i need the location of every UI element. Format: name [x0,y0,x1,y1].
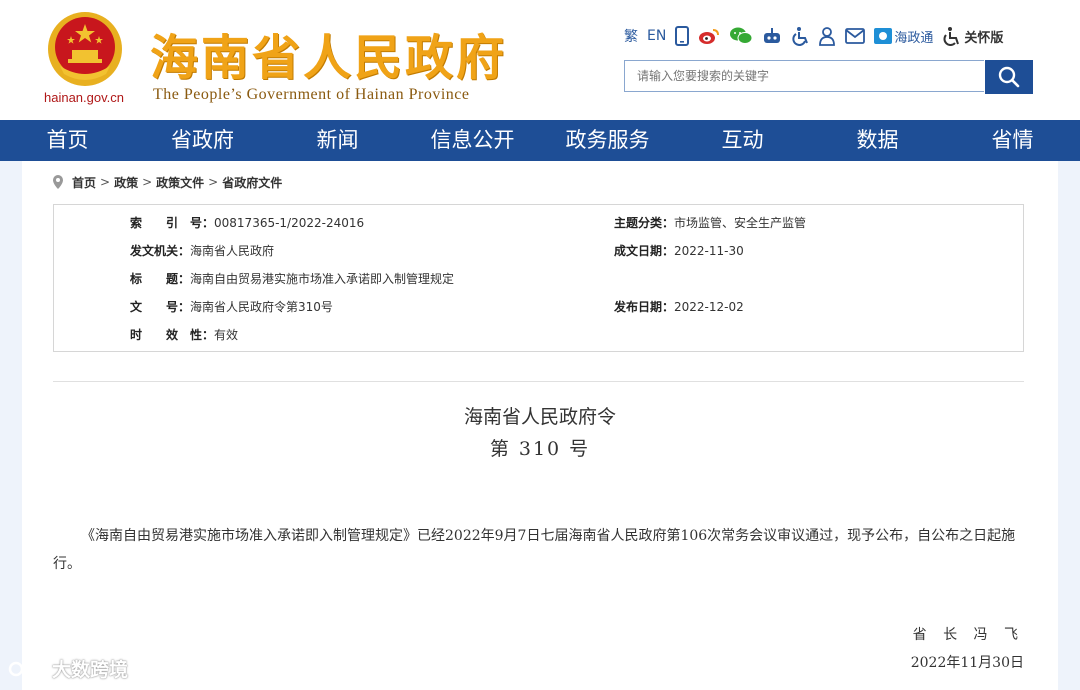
meta-published-value: 2022-12-02 [674,300,744,314]
hainan-app-label: 海政通 [894,30,934,46]
search-icon [998,66,1020,88]
meta-validity-label: 时 效 性： [130,328,215,342]
traditional-chinese-link[interactable]: 繁 [624,24,638,48]
mobile-icon[interactable] [675,24,690,48]
search-bar [624,60,1033,94]
search-button[interactable] [985,60,1033,94]
nav-item-home[interactable]: 首页 [0,120,135,161]
content-divider [53,381,1024,382]
site-domain: hainan.gov.cn [44,90,124,105]
breadcrumb-policy[interactable]: 政策 [114,174,138,191]
meta-published-row: 发布日期：2022-12-02 [614,297,744,317]
care-mode-label: 关怀版 [964,30,1004,46]
site-title[interactable]: 海南省人民政府 [150,18,507,88]
breadcrumb-separator: > [208,175,219,189]
site-subtitle: The People’s Government of Hainan Provin… [153,86,470,103]
breadcrumb-separator: > [142,175,153,189]
meta-title-label: 标 题： [130,272,191,286]
national-emblem-icon[interactable] [44,10,126,88]
robot-icon[interactable] [762,24,782,48]
nav-item-information-disclosure[interactable]: 信息公开 [405,120,540,161]
hainan-app-icon [874,28,893,44]
nav-item-news[interactable]: 新闻 [270,120,405,161]
nav-item-provincial-government[interactable]: 省政府 [135,120,270,161]
breadcrumb-policy-documents[interactable]: 政策文件 [156,174,204,191]
search-input[interactable] [624,60,984,92]
meta-issuer-label: 发文机关： [130,244,191,258]
document-number: 第 310 号 [489,438,591,460]
meta-docno-row: 文 号：海南省人民政府令第310号 [130,297,333,317]
meta-docno-value: 海南省人民政府令第310号 [190,300,333,314]
user-icon[interactable] [818,24,836,48]
hainan-app-link[interactable]: 海政通 [874,24,933,48]
meta-validity-value: 有效 [214,328,239,342]
nav-item-interaction[interactable]: 互动 [675,120,810,161]
care-mode-link[interactable]: 关怀版 [942,24,1003,48]
document-signer: 省 长 冯 飞 [912,627,1024,643]
meta-index-label: 索 引 号： [130,216,215,230]
site-header: hainan.gov.cn 海南省人民政府 The People’s Gover… [0,0,1080,120]
meta-published-label: 发布日期： [614,300,675,314]
meta-created-value: 2022-11-30 [674,244,744,258]
meta-issuer-value: 海南省人民政府 [190,244,275,258]
accessibility-icon[interactable] [791,24,809,48]
meta-index-value: 00817365-1/2022-24016 [214,216,365,230]
document-date: 2022年11月30日 [910,655,1024,671]
meta-title-row: 标 题：海南自由贸易港实施市场准入承诺即入制管理规定 [130,269,454,289]
wechat-icon[interactable] [729,24,753,48]
breadcrumb-home[interactable]: 首页 [72,174,96,191]
document-metadata: 索 引 号：00817365-1/2022-24016 主题分类：市场监管、安全… [53,204,1024,352]
watermark: 大数跨境 [8,655,128,682]
meta-created-row: 成文日期：2022-11-30 [614,241,744,261]
main-nav: 首页 省政府 新闻 信息公开 政务服务 互动 数据 省情 [0,120,1080,161]
breadcrumb: 首页 > 政策 > 政策文件 > 省政府文件 [52,172,282,192]
nav-item-province-info[interactable]: 省情 [945,120,1080,161]
breadcrumb-provincial-documents[interactable]: 省政府文件 [222,174,282,191]
meta-validity-row: 时 效 性：有效 [130,325,238,345]
document-body: 《海南自由贸易港实施市场准入承诺即入制管理规定》已经2022年9月7日七届海南省… [53,528,1016,572]
meta-index-row: 索 引 号：00817365-1/2022-24016 [130,213,364,233]
meta-issuer-row: 发文机关：海南省人民政府 [130,241,274,261]
english-link[interactable]: EN [647,24,666,48]
watermark-text: 大数跨境 [52,659,129,681]
meta-topic-label: 主题分类： [614,216,675,230]
header-toolbar: 繁 EN 海政通 关怀版 [624,24,1012,48]
weibo-icon[interactable] [698,24,720,48]
meta-docno-label: 文 号： [130,300,191,314]
nav-item-government-services[interactable]: 政务服务 [540,120,675,161]
mail-icon[interactable] [845,24,866,48]
care-mode-icon [943,27,960,46]
nav-item-data[interactable]: 数据 [810,120,945,161]
location-pin-icon [53,175,63,189]
document-heading: 海南省人民政府令 [463,406,616,428]
meta-title-value: 海南自由贸易港实施市场准入承诺即入制管理规定 [190,272,455,286]
watermark-logo-icon [8,660,46,676]
meta-topic-value: 市场监管、安全生产监管 [674,216,807,230]
meta-created-label: 成文日期： [614,244,675,258]
breadcrumb-separator: > [100,175,111,189]
meta-topic-row: 主题分类：市场监管、安全生产监管 [614,213,806,233]
